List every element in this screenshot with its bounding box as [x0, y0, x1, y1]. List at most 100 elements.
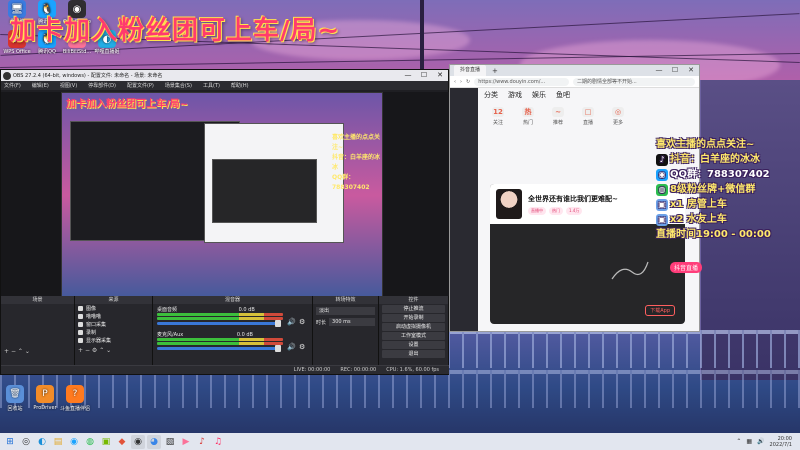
nav-category[interactable]: 分类: [484, 90, 498, 100]
gear-icon[interactable]: ⚙: [299, 318, 305, 326]
stream-headline: 加卡加入粉丝团可上车/局~: [10, 16, 341, 46]
chevron-down-icon[interactable]: ⌄: [106, 347, 111, 354]
source-item[interactable]: 图像: [75, 304, 152, 312]
rec-timer: REC: 00:00:00: [340, 367, 377, 373]
gear-icon[interactable]: ⚙: [92, 347, 97, 354]
quick-links: 12 关注 热热门 ~ 推荐 □ 直播 ◎ 更多: [478, 102, 699, 131]
music-icon[interactable]: ♪: [195, 435, 209, 449]
obs-icon[interactable]: ◉: [131, 434, 145, 449]
chevron-up-icon[interactable]: ⌃: [18, 348, 23, 355]
maximize-icon[interactable]: ☐: [416, 70, 432, 81]
quick-link[interactable]: ~ 推荐: [548, 107, 568, 126]
forward-icon[interactable]: ›: [460, 79, 462, 85]
volume-slider[interactable]: [157, 320, 281, 327]
window-icon: [78, 321, 83, 327]
speaker-icon[interactable]: 🔊: [287, 343, 296, 351]
exit-button[interactable]: 退出: [382, 350, 445, 358]
network-icon[interactable]: ▦: [746, 438, 752, 445]
menu-file[interactable]: 文件(F): [4, 82, 21, 89]
minimize-icon[interactable]: —: [651, 65, 667, 76]
menu-scene-collection[interactable]: 场景集合(S): [165, 82, 192, 89]
desktop-icon-recycle-bin[interactable]: 🗑 回收站: [0, 385, 30, 412]
nav-entertainment[interactable]: 娱乐: [532, 90, 546, 100]
chevron-down-icon[interactable]: ⌄: [25, 348, 30, 355]
system-clock[interactable]: 20:00 2022/7/1: [770, 436, 792, 448]
quick-link[interactable]: 热热门: [518, 107, 538, 126]
system-tray: ⌃ ▦ 🔊 20:00 2022/7/1: [736, 433, 792, 450]
chevron-up-icon[interactable]: ⌃: [736, 438, 741, 445]
nvidia-icon[interactable]: ▣: [99, 435, 113, 449]
refresh-icon[interactable]: ↻: [466, 79, 470, 85]
desktop-icon-label: 腾讯QQ: [38, 49, 56, 55]
menu-view[interactable]: 视图(V): [60, 82, 77, 89]
source-item[interactable]: 噜噜噜: [75, 312, 152, 320]
minimize-icon[interactable]: —: [400, 70, 416, 81]
recycle-bin-icon: 🗑: [6, 385, 24, 403]
menu-edit[interactable]: 编辑(E): [32, 82, 49, 89]
desktop-icon-label: 斗鱼直播伴侣: [60, 406, 91, 412]
speaker-icon[interactable]: 🔊: [757, 438, 764, 445]
game-icon[interactable]: ◆: [115, 435, 129, 449]
nav-forum[interactable]: 鱼吧: [556, 90, 570, 100]
quick-link[interactable]: ◎ 更多: [608, 107, 628, 126]
desktop-icon-prodriver[interactable]: P ProDriver: [30, 385, 60, 411]
settings-button[interactable]: 设置: [382, 341, 445, 349]
audio-meter: [157, 342, 283, 345]
new-tab-icon[interactable]: +: [492, 67, 498, 75]
scene-list[interactable]: [1, 304, 74, 348]
menu-help[interactable]: 帮助(H): [231, 82, 249, 89]
back-icon[interactable]: ‹: [454, 79, 456, 85]
url-field[interactable]: https://www.douyin.com/...: [474, 77, 569, 86]
studio-mode-button[interactable]: 工作室模式: [382, 332, 445, 340]
close-icon[interactable]: ✕: [683, 65, 699, 76]
remove-icon[interactable]: −: [11, 348, 16, 355]
quick-link[interactable]: 12 关注: [488, 107, 508, 126]
source-item[interactable]: 录制: [75, 328, 152, 336]
edge-icon[interactable]: ◐: [35, 435, 49, 449]
preview-overlay-line: 喜欢主播的点点关注~: [332, 134, 381, 151]
stop-streaming-button[interactable]: 停止推流: [382, 305, 445, 313]
download-app-button[interactable]: 下载App: [645, 305, 675, 316]
terminal-icon[interactable]: ▧: [163, 435, 177, 449]
steam-icon[interactable]: ◎: [19, 435, 33, 449]
transition-duration-input[interactable]: 300 ms: [329, 318, 375, 326]
close-icon[interactable]: ✕: [432, 70, 448, 81]
add-icon[interactable]: +: [4, 348, 9, 355]
gift-icon: ▣: [656, 198, 668, 211]
wechat-icon[interactable]: ◍: [83, 435, 97, 449]
volume-slider[interactable]: [157, 345, 281, 352]
preview-nested-card: [212, 159, 317, 223]
bilibili-icon[interactable]: ▶: [179, 435, 193, 449]
gear-icon[interactable]: ⚙: [299, 343, 305, 351]
transition-select[interactable]: 淡出: [316, 307, 375, 315]
browser-address-bar: ‹ › ↻ https://www.douyin.com/... 二期的剧情全部…: [450, 76, 699, 88]
source-item[interactable]: 显示器采集: [75, 336, 152, 344]
maximize-icon[interactable]: ☐: [667, 65, 683, 76]
quick-link[interactable]: □ 直播: [578, 107, 598, 126]
live-room-title: 全世界还有谁比我们更难配~: [528, 194, 618, 203]
speaker-icon[interactable]: 🔊: [287, 318, 296, 326]
quick-link-value: 12: [492, 107, 504, 117]
chevron-up-icon[interactable]: ⌃: [99, 347, 104, 354]
source-item[interactable]: 窗口采集: [75, 320, 152, 328]
browser-tab[interactable]: 抖音直播: [454, 65, 487, 76]
file-explorer-icon[interactable]: ▤: [51, 435, 65, 449]
desktop-icon-label: BiliBiliStd...: [62, 49, 92, 55]
menu-tools[interactable]: 工具(T): [203, 82, 220, 89]
preview-overlay-line: QQ群：788307402: [332, 174, 370, 191]
nav-games[interactable]: 游戏: [508, 90, 522, 100]
douyin-icon[interactable]: ♫: [211, 435, 225, 449]
quick-link-label: 推荐: [552, 120, 563, 126]
windows-start-icon[interactable]: ⊞: [3, 435, 17, 449]
overlay-x1: ▣ x1 房管上车: [656, 197, 798, 212]
desktop-icon-douyu[interactable]: ? 斗鱼直播伴侣: [60, 385, 90, 412]
qq-icon[interactable]: ◉: [67, 435, 81, 449]
menu-profile[interactable]: 配置文件(P): [127, 82, 154, 89]
browser-search-field[interactable]: 二期的剧情全部等不开始...: [572, 77, 695, 86]
remove-icon[interactable]: −: [85, 347, 90, 354]
start-virtual-camera-button[interactable]: 启动虚拟摄像机: [382, 323, 445, 331]
start-recording-button[interactable]: 开始录制: [382, 314, 445, 322]
add-icon[interactable]: +: [78, 347, 83, 354]
menu-docks[interactable]: 停靠部件(D): [88, 82, 116, 89]
chrome-icon[interactable]: ◕: [147, 434, 161, 449]
